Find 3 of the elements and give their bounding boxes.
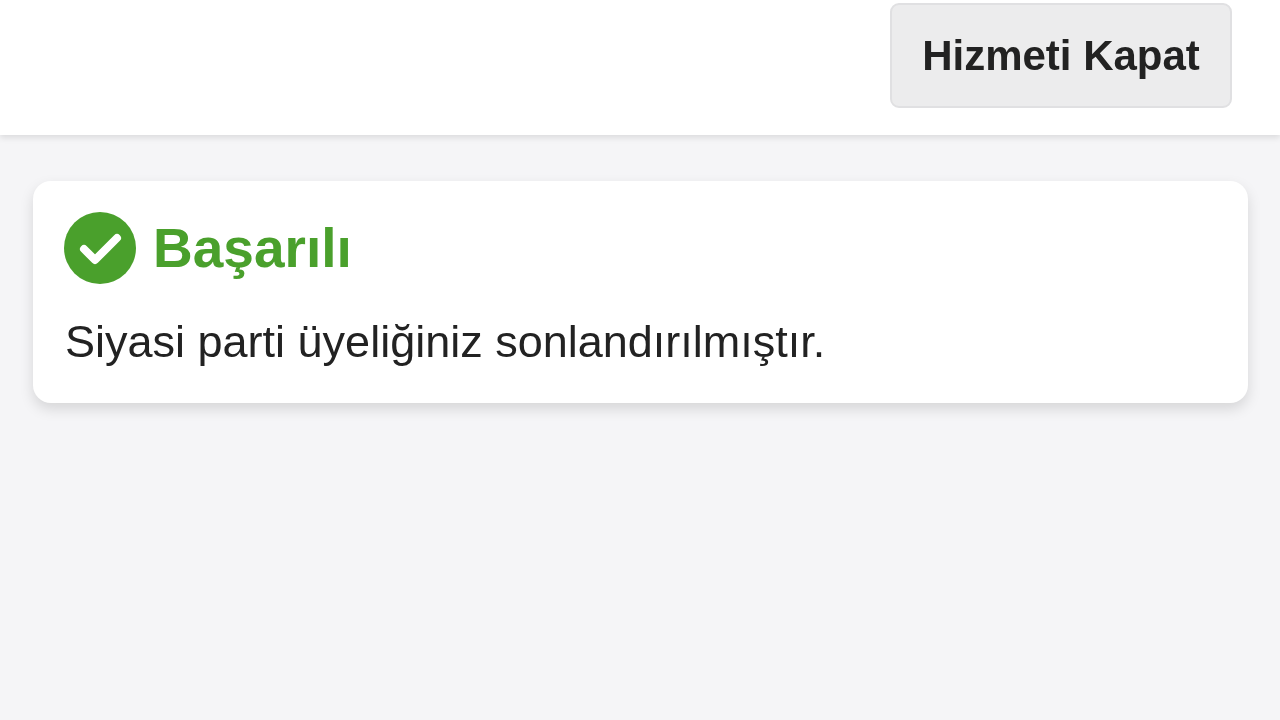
alert-message: Siyasi parti üyeliğiniz sonlandırılmıştır. (65, 316, 827, 368)
check-circle-icon (64, 212, 136, 284)
close-service-button[interactable]: Hizmeti Kapat (890, 3, 1232, 108)
